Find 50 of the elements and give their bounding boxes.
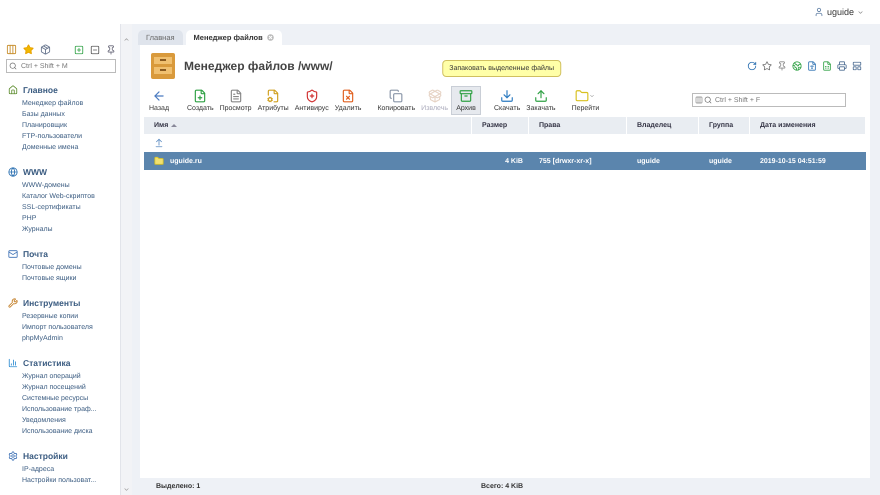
arrow-left-icon	[152, 88, 166, 102]
spreadsheet-icon[interactable]	[822, 61, 832, 71]
box-icon[interactable]	[40, 44, 51, 55]
user-icon	[814, 7, 824, 17]
gear-icon	[8, 451, 18, 461]
collapse-icon[interactable]	[90, 44, 100, 54]
user-menu[interactable]: uguide	[814, 7, 864, 17]
section-title[interactable]: Инструменты	[23, 298, 80, 308]
close-icon[interactable]	[266, 34, 274, 41]
section-title[interactable]: Главное	[23, 85, 58, 95]
file-delete-icon	[341, 88, 356, 102]
document-icon	[228, 88, 243, 102]
file-plus-icon	[193, 88, 208, 102]
download-icon	[500, 88, 514, 102]
section-title[interactable]: Почта	[23, 249, 48, 259]
home-icon	[8, 85, 18, 95]
caret-icon	[857, 8, 864, 16]
mail-icon	[8, 249, 18, 259]
scroll-up-icon[interactable]	[123, 36, 130, 43]
search-icon	[9, 62, 17, 70]
pin-icon[interactable]	[777, 61, 787, 71]
archive-icon	[459, 88, 473, 102]
file-gear-icon	[266, 88, 280, 102]
section-title[interactable]: Настройки	[23, 451, 68, 461]
folder-icon	[575, 88, 590, 102]
shield-icon	[304, 88, 319, 102]
columns-icon	[695, 96, 703, 104]
refresh-icon[interactable]	[747, 61, 757, 71]
folder-icon	[154, 156, 164, 166]
globe-icon	[8, 167, 18, 177]
expand-icon[interactable]	[74, 44, 84, 54]
star-icon[interactable]	[762, 61, 772, 71]
star-icon[interactable]	[23, 44, 34, 55]
box-icon	[428, 88, 442, 102]
upload-icon	[534, 88, 548, 102]
pin-icon[interactable]	[106, 44, 116, 54]
parent-folder-icon[interactable]	[154, 138, 164, 148]
scroll-down-icon[interactable]	[123, 486, 130, 493]
globe-icon[interactable]	[792, 61, 802, 71]
section-title[interactable]: WWW	[23, 167, 48, 177]
copy-icon	[389, 88, 404, 102]
section-title[interactable]: Статистика	[23, 358, 71, 368]
chart-icon	[8, 358, 18, 368]
cabinet-icon	[148, 51, 178, 81]
print-icon[interactable]	[837, 61, 847, 71]
search-icon	[704, 96, 712, 104]
window-icon[interactable]	[852, 61, 862, 71]
wrench-icon	[8, 298, 18, 308]
document-icon[interactable]	[807, 61, 817, 71]
page-title: Менеджер файлов /www/	[184, 59, 333, 73]
